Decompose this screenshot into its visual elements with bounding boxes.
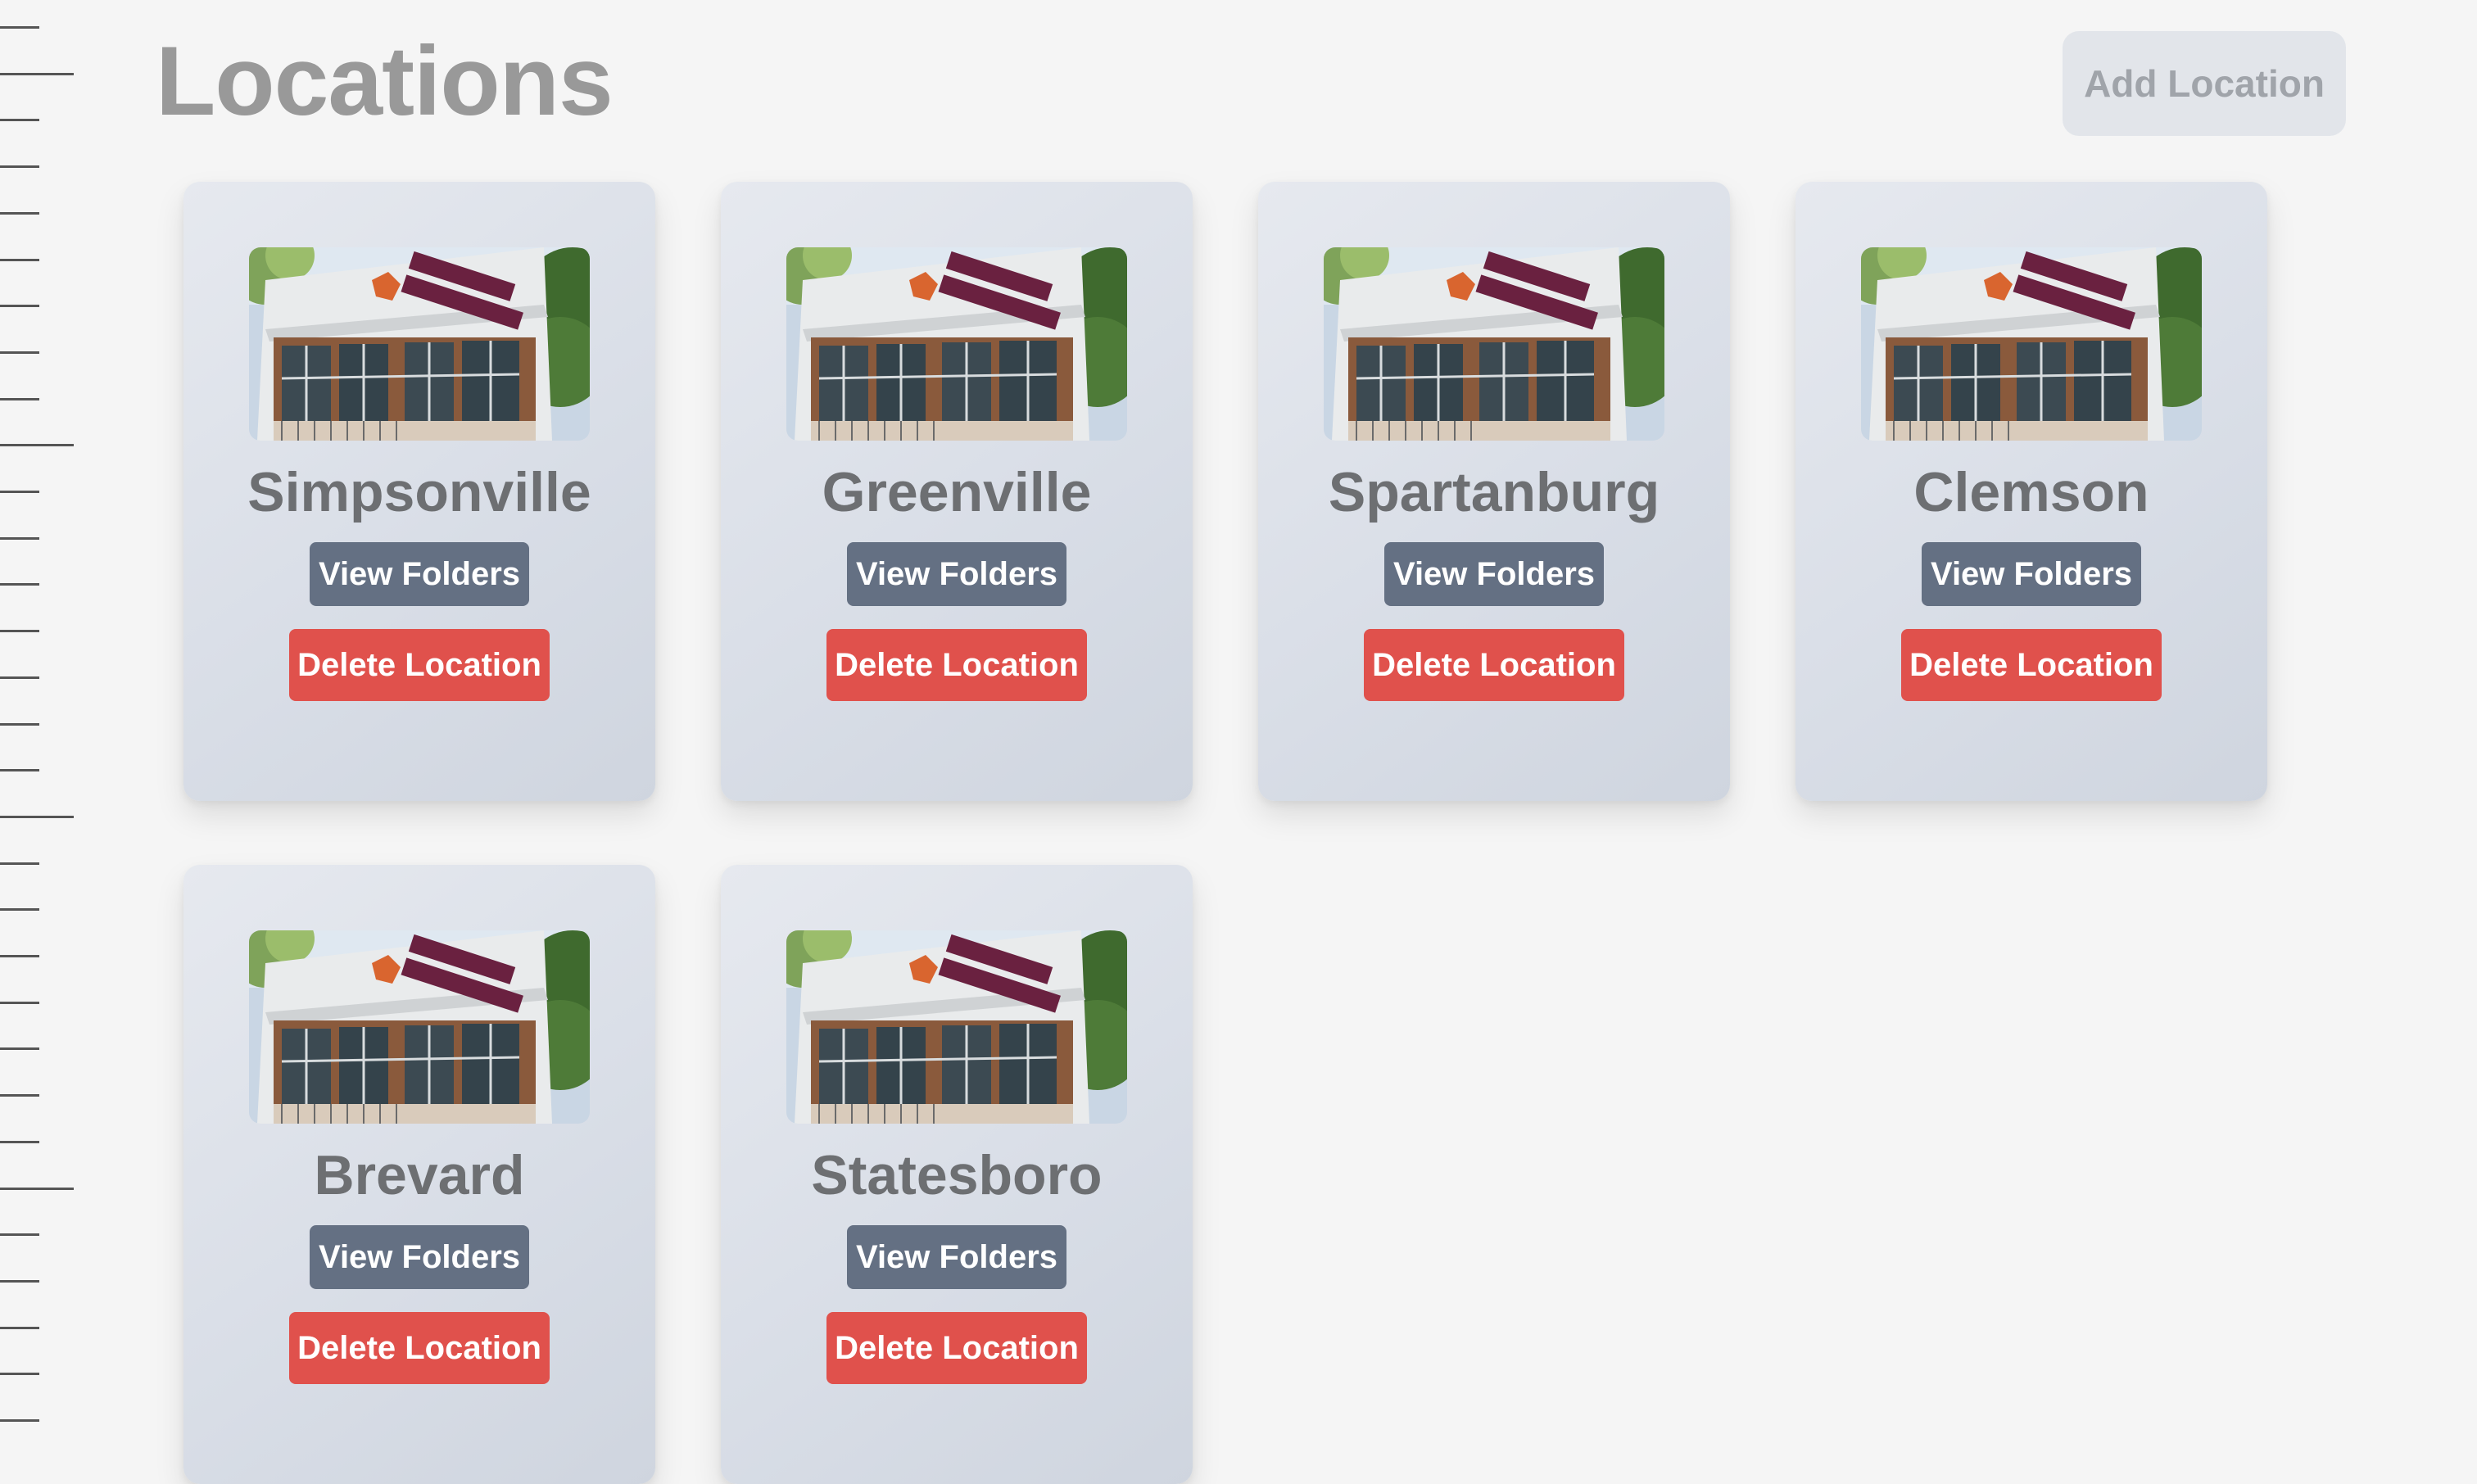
location-name: Brevard [314, 1144, 525, 1206]
ruler-tick [0, 583, 39, 586]
ruler-tick [0, 1233, 39, 1237]
ruler-tick [0, 769, 39, 772]
delete-location-button[interactable]: Delete Location [289, 629, 550, 701]
view-folders-button[interactable]: View Folders [1922, 542, 2141, 606]
ruler-tick [0, 630, 39, 633]
ruler-tick [0, 1001, 39, 1004]
location-name: Simpsonville [247, 461, 591, 523]
location-card: Statesboro View Folders Delete Location [721, 865, 1193, 1484]
ruler-strip [0, 0, 82, 1422]
ruler-tick [0, 258, 39, 261]
view-folders-button[interactable]: View Folders [310, 1225, 529, 1289]
ruler-tick [0, 1047, 39, 1051]
delete-location-button[interactable]: Delete Location [826, 1312, 1087, 1384]
storefront-photo [1861, 247, 2202, 441]
ruler-tick [0, 1279, 39, 1283]
ruler-tick [0, 211, 39, 215]
ruler-tick [0, 862, 39, 865]
location-name: Statesboro [811, 1144, 1103, 1206]
storefront-photo [1324, 247, 1664, 441]
view-folders-button[interactable]: View Folders [847, 542, 1066, 606]
ruler-tick [0, 1187, 74, 1190]
location-card: Greenville View Folders Delete Location [721, 182, 1193, 801]
view-folders-button[interactable]: View Folders [847, 1225, 1066, 1289]
delete-location-button[interactable]: Delete Location [826, 629, 1087, 701]
delete-location-button[interactable]: Delete Location [1901, 629, 2162, 701]
ruler-tick [0, 26, 39, 29]
ruler-tick [0, 305, 39, 308]
ruler-tick [0, 955, 39, 957]
ruler-tick [0, 908, 39, 912]
ruler-tick [0, 165, 39, 169]
ruler-tick [0, 676, 39, 679]
page-title: Locations [156, 26, 614, 136]
ruler-tick [0, 536, 39, 540]
storefront-photo [249, 247, 590, 441]
ruler-tick [0, 1373, 39, 1376]
delete-location-button[interactable]: Delete Location [1364, 629, 1624, 701]
ruler-tick [0, 722, 39, 726]
location-name: Greenville [822, 461, 1092, 523]
add-location-button[interactable]: Add Location [2063, 31, 2346, 136]
location-card: Clemson View Folders Delete Location [1795, 182, 2267, 801]
delete-location-button[interactable]: Delete Location [289, 1312, 550, 1384]
location-card: Spartanburg View Folders Delete Location [1258, 182, 1730, 801]
view-folders-button[interactable]: View Folders [1384, 542, 1604, 606]
ruler-tick [0, 1419, 39, 1422]
storefront-photo [786, 930, 1127, 1124]
location-name: Clemson [1913, 461, 2149, 523]
ruler-tick [0, 444, 74, 447]
ruler-tick [0, 1326, 39, 1329]
ruler-tick [0, 491, 39, 493]
location-card: Simpsonville View Folders Delete Locatio… [183, 182, 655, 801]
location-card: Brevard View Folders Delete Location [183, 865, 655, 1484]
ruler-tick [0, 351, 39, 354]
view-folders-button[interactable]: View Folders [310, 542, 529, 606]
ruler-tick [0, 119, 39, 122]
storefront-photo [249, 930, 590, 1124]
ruler-tick [0, 397, 39, 400]
ruler-tick [0, 815, 74, 818]
storefront-photo [786, 247, 1127, 441]
location-name: Spartanburg [1328, 461, 1660, 523]
ruler-tick [0, 1094, 39, 1097]
ruler-tick [0, 72, 74, 75]
ruler-tick [0, 1140, 39, 1143]
